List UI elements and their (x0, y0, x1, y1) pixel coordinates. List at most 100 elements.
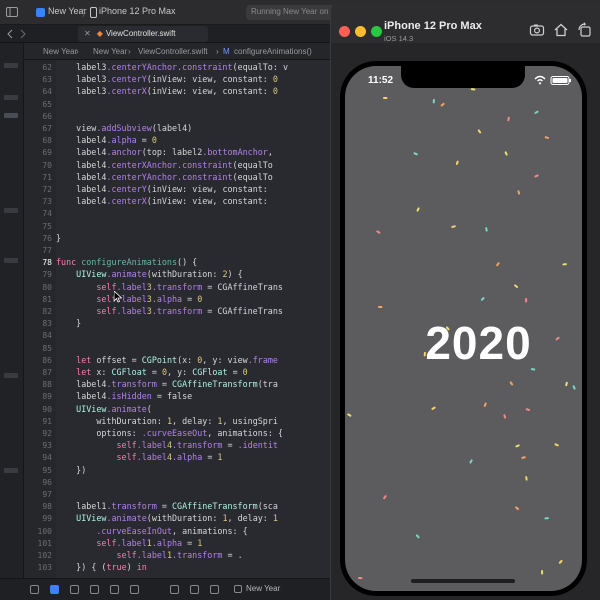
code-line[interactable]: label4.anchor(top: label2.bottomAnchor, (56, 147, 273, 157)
code-line[interactable]: label3.centerY(inView: view, constant: 0 (56, 74, 278, 84)
tab-label: ViewController.swift (105, 29, 176, 38)
back-arrow-icon[interactable] (6, 29, 15, 39)
line-number: 81 (42, 294, 52, 304)
confetti-piece (525, 298, 528, 303)
code-line[interactable]: let offset = CGPoint(x: 0, y: view.frame (56, 355, 278, 365)
jumpbar-project[interactable]: New Year (43, 47, 77, 56)
code-line[interactable]: func configureAnimations() { (56, 257, 197, 267)
jumpbar-group[interactable]: New Year (93, 47, 127, 56)
close-light-icon[interactable] (339, 26, 350, 37)
line-number: 102 (37, 551, 52, 560)
step-over-icon[interactable] (90, 585, 99, 594)
screenshot-icon[interactable] (529, 22, 545, 38)
code-line[interactable]: .curveEaseInOut, animations: { (56, 526, 247, 536)
confetti-piece (517, 190, 521, 195)
code-line[interactable]: UIView.animate( (56, 404, 152, 414)
code-line[interactable]: } (56, 233, 61, 243)
jumpbar-file[interactable]: ViewController.swift (138, 47, 208, 56)
simulator-os-version: iOS 14.3 (384, 34, 414, 43)
step-into-icon[interactable] (110, 585, 119, 594)
code-line[interactable]: withDuration: 1, delay: 1, usingSpri (56, 416, 278, 426)
device-notch (401, 66, 525, 88)
confetti-piece (534, 110, 539, 114)
line-number: 74 (42, 209, 52, 219)
navigator-item[interactable] (4, 63, 18, 68)
code-line[interactable]: label4.centerX(inView: view, constant: (56, 196, 268, 206)
code-line[interactable]: self.label3.transform = CGAffineTrans (56, 306, 283, 316)
simulator-device-name: iPhone 12 Pro Max (384, 20, 482, 32)
activity-status: Running New Year on iPhone 12 Pro Max (246, 5, 338, 20)
code-line[interactable]: label1.transform = CGAffineTransform(sca (56, 501, 278, 511)
hide-debug-area-icon[interactable] (30, 585, 39, 594)
navigator-item[interactable] (4, 95, 18, 100)
code-line[interactable]: label4.centerY(inView: view, constant: (56, 184, 268, 194)
device-screen[interactable]: 11:52 2020 (345, 66, 582, 591)
line-number: 101 (37, 538, 52, 548)
code-line[interactable]: options: .curveEaseOut, animations: { (56, 428, 283, 438)
navigator-item[interactable] (4, 208, 18, 213)
code-line[interactable]: label4.centerXAnchor.constraint(equalTo (56, 160, 273, 170)
confetti-piece (440, 102, 445, 107)
line-number: 94 (42, 453, 52, 463)
code-line[interactable]: self.label1.alpha = 1 (56, 538, 202, 548)
jumpbar-symbol[interactable]: configureAnimations() (234, 47, 312, 56)
line-number: 85 (42, 343, 52, 353)
code-line[interactable]: self.label1.transform = . (56, 550, 243, 560)
line-number: 97 (42, 490, 52, 499)
scheme-label[interactable]: New Year (48, 6, 87, 16)
line-number: 91 (42, 416, 52, 426)
code-line[interactable]: UIView.animate(withDuration: 1, delay: 1 (56, 513, 278, 523)
line-number: 75 (42, 221, 52, 231)
forward-arrow-icon[interactable] (18, 29, 27, 39)
navigator-item[interactable] (4, 468, 18, 473)
tab-viewcontroller[interactable]: ✕ ◆ ViewController.swift (78, 26, 208, 42)
code-line[interactable]: label4.alpha = 0 (56, 135, 157, 145)
view-hierarchy-icon[interactable] (170, 585, 179, 594)
line-number: 96 (42, 477, 52, 487)
zoom-light-icon[interactable] (371, 26, 382, 37)
line-number: 64 (42, 87, 52, 97)
code-line[interactable]: self.label3.transform = CGAffineTrans (56, 282, 283, 292)
debug-target-label[interactable]: New Year (246, 584, 280, 593)
close-tab-icon[interactable]: ✕ (84, 29, 91, 38)
code-line[interactable]: self.label3.alpha = 0 (56, 294, 202, 304)
navigator-item[interactable] (4, 258, 18, 263)
home-icon[interactable] (553, 22, 569, 38)
source-editor[interactable]: label3.centerYAnchor.constraint(equalTo:… (56, 60, 346, 578)
code-line[interactable]: }) (56, 465, 86, 475)
confetti-piece (515, 444, 520, 448)
code-line[interactable]: label3.centerX(inView: view, constant: 0 (56, 86, 278, 96)
confetti-piece (544, 136, 550, 139)
breakpoints-toggle-icon[interactable] (50, 585, 59, 594)
line-number: 92 (42, 429, 52, 438)
navigator-item[interactable] (4, 373, 18, 378)
code-line[interactable]: label3.centerYAnchor.constraint(equalTo:… (56, 62, 288, 72)
code-line[interactable]: }) { (true) in (56, 562, 147, 572)
location-icon[interactable] (210, 585, 219, 594)
navigator-item[interactable] (4, 113, 18, 118)
confetti-piece (554, 443, 559, 447)
navigator-strip[interactable] (0, 43, 24, 578)
memory-graph-icon[interactable] (190, 585, 199, 594)
code-line[interactable]: UIView.animate(withDuration: 2) { (56, 269, 242, 279)
line-number: 99 (42, 514, 52, 524)
code-line[interactable]: self.label4.transform = .identit (56, 440, 278, 450)
line-number: 76 (42, 233, 52, 243)
code-line[interactable]: label4.isHidden = false (56, 391, 192, 401)
code-line[interactable]: let x: CGFloat = 0, y: CGFloat = 0 (56, 367, 248, 377)
sidebar-toggle-icon[interactable] (6, 7, 18, 17)
confetti-piece (565, 381, 568, 387)
code-line[interactable]: label4.centerYAnchor.constraint(equalTo (56, 172, 273, 182)
code-line[interactable]: self.label4.alpha = 1 (56, 452, 223, 462)
code-line[interactable]: } (56, 318, 81, 328)
code-line[interactable]: view.addSubview(label4) (56, 123, 192, 133)
confetti-piece (521, 456, 526, 459)
rotate-icon[interactable] (577, 22, 593, 38)
code-line[interactable]: label4.transform = CGAffineTransform(tra (56, 379, 278, 389)
minimize-light-icon[interactable] (355, 26, 366, 37)
pause-icon[interactable] (70, 585, 79, 594)
destination-label[interactable]: iPhone 12 Pro Max (99, 6, 176, 16)
line-number: 72 (42, 185, 52, 194)
step-out-icon[interactable] (130, 585, 139, 594)
line-number: 70 (42, 160, 52, 170)
